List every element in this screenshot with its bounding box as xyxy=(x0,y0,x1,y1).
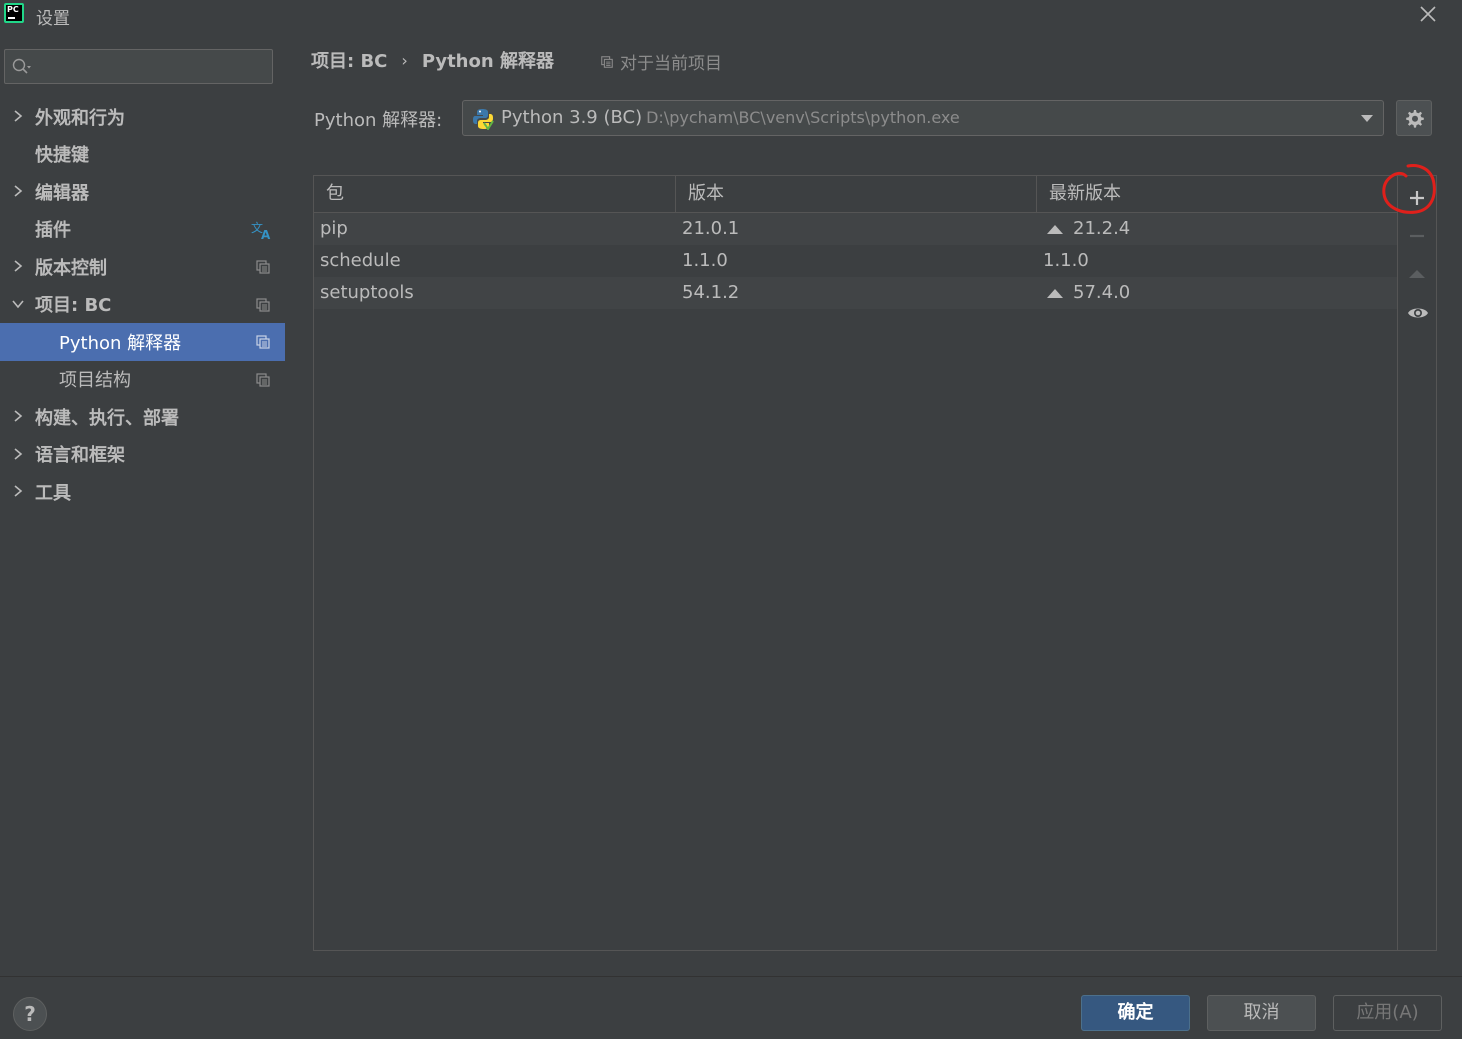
column-header-package[interactable]: 包 xyxy=(314,176,676,212)
sidebar-item-project-structure[interactable]: 项目结构 xyxy=(0,361,285,399)
chevron-right-icon xyxy=(14,110,23,122)
upgrade-available-icon xyxy=(1047,224,1063,234)
sidebar-item-label: 工具 xyxy=(35,482,71,504)
scope-note: 对于当前项目 xyxy=(600,49,722,74)
help-icon: ? xyxy=(24,1002,36,1026)
show-early-releases-button[interactable] xyxy=(1407,303,1428,323)
breadcrumb-page: Python 解释器 xyxy=(421,51,554,72)
interpreter-name: Python 3.9 (BC) xyxy=(501,107,643,128)
sidebar-item-python-interpreter[interactable]: Python 解释器 xyxy=(0,323,285,361)
uninstall-package-button[interactable] xyxy=(1407,226,1427,246)
apply-button[interactable]: 应用(A) xyxy=(1333,995,1442,1031)
packages-table: 包 版本 最新版本 pip 21.0.1 21.2.4 schedule 1.1… xyxy=(314,176,1398,950)
title-bar: PC 设置 xyxy=(0,0,1462,30)
gear-icon xyxy=(1406,110,1424,128)
upgrade-arrow-icon xyxy=(1409,270,1425,278)
project-scope-icon xyxy=(601,55,613,68)
sidebar-item-project[interactable]: 项目: BC xyxy=(0,286,285,324)
package-toolbar xyxy=(1398,176,1436,950)
sidebar-item-editor[interactable]: 编辑器 xyxy=(0,173,285,211)
project-scope-icon xyxy=(256,372,270,387)
column-header-version[interactable]: 版本 xyxy=(676,176,1037,212)
sidebar-item-vcs[interactable]: 版本控制 xyxy=(0,248,285,286)
help-button[interactable]: ? xyxy=(13,997,47,1031)
package-name: pip xyxy=(320,218,348,239)
interpreter-path: D:\pycham\BC\venv\Scripts\python.exe xyxy=(646,108,960,127)
dropdown-arrow-icon xyxy=(1361,115,1373,122)
settings-content-panel: 项目: BC › Python 解释器 对于当前项目 Python 解释器: P… xyxy=(285,30,1462,976)
python-icon xyxy=(473,109,494,130)
chevron-right-icon xyxy=(14,485,23,497)
breadcrumb-separator: › xyxy=(401,50,408,70)
upgrade-available-icon xyxy=(1047,288,1063,298)
svg-text:A: A xyxy=(261,228,271,240)
interpreter-dropdown[interactable]: Python 3.9 (BC) D:\pycham\BC\venv\Scripts… xyxy=(462,100,1384,136)
breadcrumb: 项目: BC › Python 解释器 xyxy=(311,48,554,73)
close-button[interactable] xyxy=(1416,2,1440,26)
package-name: schedule xyxy=(320,250,401,271)
package-latest-version: 57.4.0 xyxy=(1073,282,1131,303)
chevron-right-icon xyxy=(14,410,23,422)
sidebar-item-label: 插件 xyxy=(35,220,71,242)
pycharm-logo-icon: PC xyxy=(4,3,24,23)
eye-icon xyxy=(1408,308,1428,318)
sidebar-item-label: 外观和行为 xyxy=(35,107,125,129)
table-row[interactable]: setuptools 54.1.2 57.4.0 xyxy=(314,277,1397,309)
package-version: 54.1.2 xyxy=(682,282,740,303)
table-row[interactable]: schedule 1.1.0 1.1.0 xyxy=(314,245,1397,277)
packages-table-container: 包 版本 最新版本 pip 21.0.1 21.2.4 schedule 1.1… xyxy=(313,175,1437,951)
chevron-down-icon xyxy=(12,299,24,308)
search-icon xyxy=(12,58,31,74)
settings-search-box[interactable] xyxy=(4,49,273,84)
install-package-button[interactable] xyxy=(1407,188,1427,208)
project-scope-icon xyxy=(256,335,270,349)
cancel-button[interactable]: 取消 xyxy=(1207,995,1316,1031)
package-name: setuptools xyxy=(320,282,414,303)
column-header-latest-version[interactable]: 最新版本 xyxy=(1037,176,1397,212)
minus-icon xyxy=(1410,234,1424,238)
sidebar-item-appearance[interactable]: 外观和行为 xyxy=(0,98,285,136)
upgrade-package-button[interactable] xyxy=(1407,264,1427,284)
sidebar-item-plugins[interactable]: 插件 文 A xyxy=(0,211,285,249)
interpreter-label: Python 解释器: xyxy=(314,110,443,131)
packages-table-header: 包 版本 最新版本 xyxy=(314,176,1397,213)
table-row[interactable]: pip 21.0.1 21.2.4 xyxy=(314,213,1397,245)
sidebar-item-build-execution-deployment[interactable]: 构建、执行、部署 xyxy=(0,398,285,436)
scope-note-text: 对于当前项目 xyxy=(620,54,722,74)
project-scope-icon xyxy=(256,260,270,274)
sidebar-item-keymap[interactable]: 快捷键 xyxy=(0,136,285,174)
chevron-right-icon xyxy=(14,185,23,197)
project-scope-icon xyxy=(256,297,270,312)
package-version: 1.1.0 xyxy=(682,250,728,271)
translate-icon: 文 A xyxy=(251,220,271,240)
sidebar-item-label: Python 解释器 xyxy=(59,332,182,354)
sidebar-item-languages-frameworks[interactable]: 语言和框架 xyxy=(0,436,285,474)
plus-icon xyxy=(1410,191,1424,205)
chevron-right-icon xyxy=(14,260,23,272)
close-icon xyxy=(1420,6,1436,22)
sidebar-item-label: 语言和框架 xyxy=(35,445,125,467)
dialog-footer: ? 确定 取消 应用(A) xyxy=(0,976,1462,1039)
ok-button[interactable]: 确定 xyxy=(1081,995,1190,1031)
sidebar-item-label: 项目结构 xyxy=(59,370,131,392)
chevron-right-icon xyxy=(14,447,23,460)
sidebar-item-label: 构建、执行、部署 xyxy=(35,407,179,429)
sidebar-item-label: 版本控制 xyxy=(35,257,107,279)
package-latest-version: 21.2.4 xyxy=(1073,218,1131,239)
package-version: 21.0.1 xyxy=(682,218,740,239)
sidebar-item-tools[interactable]: 工具 xyxy=(0,473,285,511)
interpreter-settings-button[interactable] xyxy=(1396,100,1432,136)
sidebar-item-label: 编辑器 xyxy=(35,182,89,204)
packages-table-body: pip 21.0.1 21.2.4 schedule 1.1.0 1.1.0 s… xyxy=(314,213,1397,309)
settings-nav-tree: 外观和行为 快捷键 编辑器 插件 文 A 版本控制 项目: BC Python xyxy=(0,98,285,511)
sidebar-item-label: 项目: BC xyxy=(35,295,112,317)
settings-sidebar: 外观和行为 快捷键 编辑器 插件 文 A 版本控制 项目: BC Python xyxy=(0,34,285,976)
breadcrumb-project: 项目: BC xyxy=(311,51,388,72)
package-latest-version: 1.1.0 xyxy=(1043,250,1089,271)
sidebar-item-label: 快捷键 xyxy=(35,145,89,167)
settings-search-input[interactable] xyxy=(39,54,267,80)
window-title: 设置 xyxy=(36,9,70,29)
